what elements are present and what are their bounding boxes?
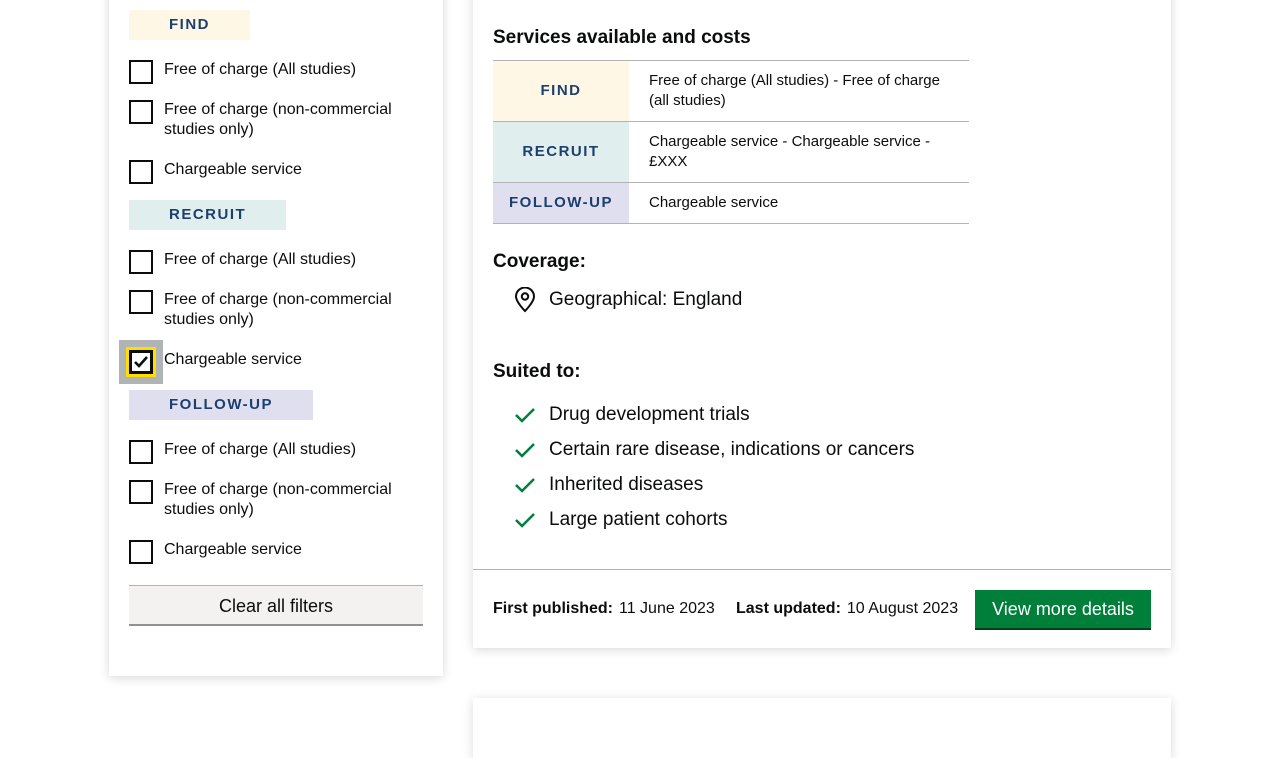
checkbox-checked[interactable] <box>126 347 156 377</box>
services-heading: Services available and costs <box>493 27 751 48</box>
clear-all-filters-button[interactable]: Clear all filters <box>129 585 423 626</box>
list-item: Certain rare disease, indications or can… <box>513 432 914 467</box>
check-icon <box>515 442 535 458</box>
follow-up-chargeable-option[interactable]: Chargeable service <box>129 540 419 564</box>
find-free-noncommercial-option[interactable]: Free of charge (non-commercial studies o… <box>129 100 419 140</box>
check-icon <box>515 407 535 423</box>
services-table: FIND Free of charge (All studies) - Free… <box>493 60 969 224</box>
last-updated: Last updated: 10 August 2023 <box>736 600 958 618</box>
location-pin-icon <box>514 287 536 313</box>
table-row: RECRUIT Chargeable service - Chargeable … <box>493 121 969 183</box>
option-label: Free of charge (non-commercial studies o… <box>164 481 392 518</box>
last-updated-label: Last updated: <box>736 600 841 617</box>
table-row: FIND Free of charge (All studies) - Free… <box>493 60 969 122</box>
checkbox[interactable] <box>129 60 153 84</box>
recruit-free-all-option[interactable]: Free of charge (All studies) <box>129 250 419 274</box>
find-chargeable-option[interactable]: Chargeable service <box>129 160 419 184</box>
option-label: Chargeable service <box>164 161 302 178</box>
first-published-label: First published: <box>493 600 613 617</box>
follow-up-tag: FOLLOW-UP <box>493 182 629 224</box>
checkbox[interactable] <box>129 540 153 564</box>
suited-label: Inherited diseases <box>549 473 704 495</box>
checkbox[interactable] <box>129 290 153 314</box>
last-updated-value: 10 August 2023 <box>846 600 959 617</box>
checkbox[interactable] <box>129 440 153 464</box>
suited-heading: Suited to: <box>493 361 581 382</box>
list-item: Large patient cohorts <box>513 502 914 537</box>
first-published: First published: 11 June 2023 <box>493 600 715 618</box>
coverage-value: Geographical: England <box>549 289 743 310</box>
list-item: Inherited diseases <box>513 467 914 502</box>
check-icon <box>515 512 535 528</box>
suited-label: Certain rare disease, indications or can… <box>549 438 915 460</box>
checkbox[interactable] <box>129 160 153 184</box>
first-published-value: 11 June 2023 <box>619 600 715 617</box>
suited-label: Drug development trials <box>549 403 750 425</box>
checkbox[interactable] <box>129 100 153 124</box>
recruit-tag: RECRUIT <box>129 200 287 230</box>
next-service-card <box>473 698 1171 758</box>
option-label: Chargeable service <box>164 351 302 368</box>
suited-label: Large patient cohorts <box>549 508 728 530</box>
follow-up-free-all-option[interactable]: Free of charge (All studies) <box>129 440 419 464</box>
recruit-tag: RECRUIT <box>493 121 629 183</box>
recruit-free-noncommercial-option[interactable]: Free of charge (non-commercial studies o… <box>129 290 419 330</box>
find-free-all-option[interactable]: Free of charge (All studies) <box>129 60 419 84</box>
divider <box>473 569 1171 570</box>
check-icon <box>134 356 148 368</box>
option-label: Free of charge (non-commercial studies o… <box>164 101 392 138</box>
checkbox[interactable] <box>129 480 153 504</box>
option-label: Chargeable service <box>164 541 302 558</box>
checkbox[interactable] <box>129 250 153 274</box>
option-label: Free of charge (non-commercial studies o… <box>164 291 392 328</box>
filters-panel: FIND Free of charge (All studies) Free o… <box>109 0 443 676</box>
table-row: FOLLOW-UP Chargeable service <box>493 182 969 224</box>
find-tag: FIND <box>493 60 629 122</box>
recruit-chargeable-option[interactable]: Chargeable service <box>119 340 419 384</box>
view-more-details-button[interactable]: View more details <box>975 590 1151 630</box>
service-cost: Free of charge (All studies) - Free of c… <box>629 60 969 122</box>
find-tag: FIND <box>129 10 250 40</box>
coverage-item: Geographical: England <box>513 287 742 313</box>
follow-up-tag: FOLLOW-UP <box>129 390 314 420</box>
option-label: Free of charge (All studies) <box>164 251 357 268</box>
coverage-heading: Coverage: <box>493 251 586 272</box>
suited-list: Drug development trials Certain rare dis… <box>513 397 914 537</box>
follow-up-free-noncommercial-option[interactable]: Free of charge (non-commercial studies o… <box>129 480 419 520</box>
service-cost: Chargeable service <box>629 182 969 224</box>
option-label: Free of charge (All studies) <box>164 61 357 78</box>
service-card: Services available and costs FIND Free o… <box>473 0 1171 648</box>
service-cost: Chargeable service - Chargeable service … <box>629 121 969 183</box>
check-icon <box>515 477 535 493</box>
list-item: Drug development trials <box>513 397 914 432</box>
option-label: Free of charge (All studies) <box>164 441 357 458</box>
